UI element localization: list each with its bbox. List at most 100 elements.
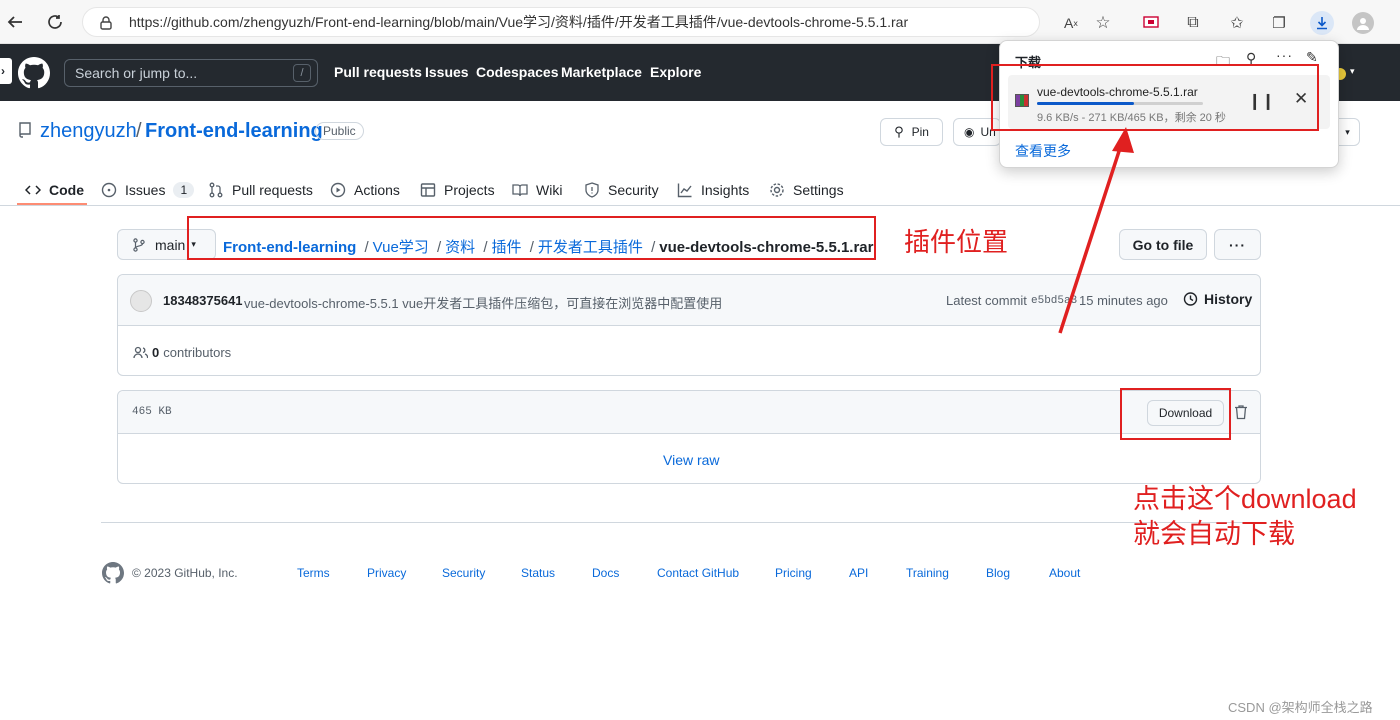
footer-link-pricing[interactable]: Pricing <box>775 566 812 580</box>
tab-label: Wiki <box>536 182 563 198</box>
header-link-pull-requests[interactable]: Pull requests <box>334 64 422 80</box>
play-icon <box>330 182 346 198</box>
pull-request-icon <box>209 182 223 198</box>
footer-link-terms[interactable]: Terms <box>297 566 330 580</box>
issue-icon <box>101 182 117 198</box>
annotation-arrow-icon <box>1058 127 1134 334</box>
tab-label: Security <box>608 182 659 198</box>
click-download-annotation: 点击这个download <box>1133 484 1357 514</box>
profile-avatar[interactable] <box>1352 12 1374 34</box>
footer-link-about[interactable]: About <box>1049 566 1080 580</box>
commit-message-link[interactable]: vue-devtools-chrome-5.5.1 vue开发者工具插件压缩包，… <box>244 293 722 312</box>
puzzle-icon[interactable]: ⧉ <box>1182 12 1204 34</box>
address-bar[interactable]: https://github.com/zhengyuzh/Front-end-l… <box>82 7 1040 37</box>
sidebar-toggle[interactable]: › <box>0 58 12 84</box>
view-raw-link[interactable]: View raw <box>663 452 720 468</box>
file-header <box>118 391 1260 434</box>
header-link-explore[interactable]: Explore <box>650 64 701 80</box>
github-logo-icon[interactable] <box>18 57 50 92</box>
author-avatar[interactable] <box>130 290 152 312</box>
repo-owner-link[interactable]: zhengyuzh <box>40 120 137 143</box>
branch-name: main <box>155 236 186 253</box>
footer-link-status[interactable]: Status <box>521 566 555 580</box>
star-dropdown-button[interactable]: ▾ <box>1336 118 1360 146</box>
reload-icon <box>48 15 62 29</box>
tab-actions[interactable]: Actions <box>330 175 400 205</box>
tab-wiki[interactable]: Wiki <box>512 175 562 205</box>
footer-link-docs[interactable]: Docs <box>592 566 619 580</box>
pin-button[interactable]: ⚲ Pin <box>880 118 943 146</box>
favorites-icon[interactable]: ✩ <box>1226 12 1248 34</box>
graph-icon <box>677 183 692 198</box>
trash-icon[interactable] <box>1234 404 1248 423</box>
extension-icon[interactable] <box>1140 12 1162 34</box>
tab-code[interactable]: Code <box>25 175 84 205</box>
tab-security[interactable]: Security <box>584 175 659 205</box>
commit-author-link[interactable]: 18348375641 <box>163 293 243 308</box>
more-options-button[interactable]: ··· <box>1214 229 1261 260</box>
file-size: 465 KB <box>132 406 172 418</box>
download-button-highlight <box>1120 388 1231 440</box>
downloads-button[interactable] <box>1310 11 1334 35</box>
repo-name-link[interactable]: Front-end-learning <box>145 120 323 143</box>
back-button[interactable] <box>4 11 26 33</box>
footer-copyright: © 2023 GitHub, Inc. <box>132 566 238 580</box>
github-footer-logo-icon[interactable] <box>102 562 124 587</box>
tab-label: Issues <box>125 182 166 198</box>
contributors-count: 0 <box>152 345 160 360</box>
issues-count-badge: 1 <box>173 182 195 198</box>
browser-toolbar: https://github.com/zhengyuzh/Front-end-l… <box>0 0 1400 44</box>
history-label: History <box>1204 291 1253 307</box>
footer-link-training[interactable]: Training <box>906 566 949 580</box>
tab-label: Projects <box>444 182 495 198</box>
search-shortcut-key: / <box>293 64 311 82</box>
tab-label: Settings <box>793 182 844 198</box>
history-link[interactable]: History <box>1182 291 1252 307</box>
collections-icon[interactable]: ❐ <box>1268 12 1290 34</box>
gear-icon <box>770 183 784 197</box>
header-link-issues[interactable]: Issues <box>425 64 469 80</box>
lock-icon[interactable] <box>100 16 112 33</box>
tab-label: Code <box>49 182 84 198</box>
user-menu-caret-icon[interactable]: ▾ <box>1350 66 1355 77</box>
header-link-codespaces[interactable]: Codespaces <box>476 64 558 80</box>
search-input[interactable]: Search or jump to... / <box>64 59 318 87</box>
contributors-label: contributors <box>163 345 232 360</box>
footer-link-privacy[interactable]: Privacy <box>367 566 406 580</box>
repo-separator: / <box>136 120 142 142</box>
url-text: https://github.com/zhengyuzh/Front-end-l… <box>129 14 909 30</box>
tab-pull-requests[interactable]: Pull requests <box>208 175 313 205</box>
footer-link-contact[interactable]: Contact GitHub <box>657 566 739 580</box>
tab-issues[interactable]: Issues 1 <box>101 175 195 205</box>
more-icon[interactable]: ··· <box>1276 47 1293 63</box>
tab-settings[interactable]: Settings <box>769 175 844 205</box>
tab-label: Actions <box>354 182 400 198</box>
tab-insights[interactable]: Insights <box>677 175 749 205</box>
auto-download-annotation: 就会自动下载 <box>1133 519 1295 549</box>
favorite-add-icon[interactable]: ☆ <box>1092 12 1114 34</box>
footer-link-security[interactable]: Security <box>442 566 485 580</box>
reload-button[interactable] <box>44 11 66 33</box>
tab-label: Insights <box>701 182 750 198</box>
people-icon <box>133 346 148 359</box>
contributors-link[interactable]: 0 contributors <box>133 345 231 360</box>
branch-icon <box>133 237 145 252</box>
download-icon <box>1317 17 1327 30</box>
pin-label: Pin <box>911 125 929 139</box>
shield-icon <box>585 182 599 198</box>
footer-link-api[interactable]: API <box>849 566 868 580</box>
header-link-marketplace[interactable]: Marketplace <box>561 64 642 80</box>
back-arrow-icon <box>7 16 22 28</box>
plugin-location-annotation: 插件位置 <box>904 227 1009 257</box>
visibility-badge: Public <box>315 122 364 140</box>
footer-divider <box>101 522 1261 523</box>
tab-projects[interactable]: Projects <box>420 175 495 205</box>
eye-icon: ◉ <box>964 125 975 139</box>
search-placeholder: Search or jump to... <box>75 65 198 81</box>
footer-link-blog[interactable]: Blog <box>986 566 1010 580</box>
breadcrumb-highlight <box>187 216 876 260</box>
active-tab-underline <box>17 203 87 205</box>
tab-label: Pull requests <box>232 182 313 198</box>
read-aloud-icon[interactable]: Aⅹ <box>1060 12 1082 34</box>
table-icon <box>420 183 436 197</box>
